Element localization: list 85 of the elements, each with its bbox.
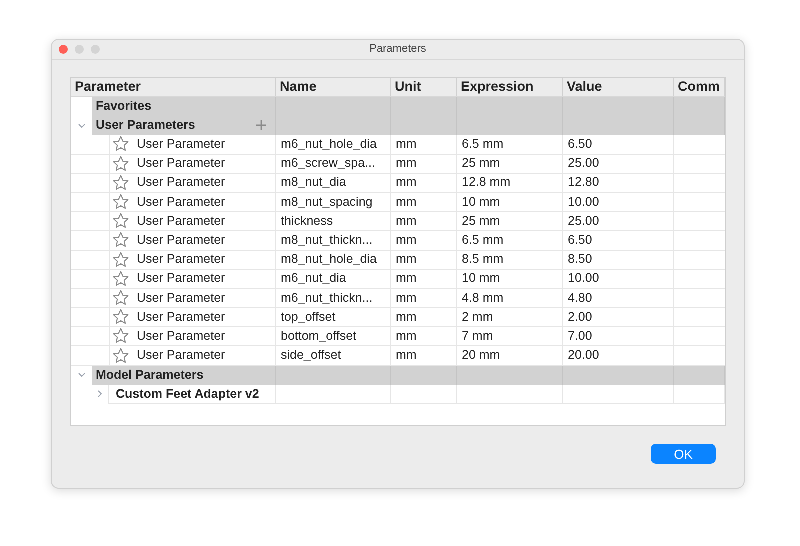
column-header[interactable]: Value: [567, 78, 602, 98]
star-icon[interactable]: [112, 135, 130, 154]
table-cell-text: m8_nut_thickn...: [281, 232, 373, 250]
table-cell-text: 8.50: [568, 251, 592, 268]
table-cell-text: m8_nut_spacing: [281, 194, 373, 211]
table-cell-text: thickness: [281, 212, 334, 230]
chevron-icon[interactable]: [78, 122, 86, 130]
table-cell-text: 20 mm: [462, 347, 500, 364]
star-icon[interactable]: [112, 193, 130, 212]
star-icon[interactable]: [112, 231, 130, 250]
parameter-type: User Parameter: [137, 251, 226, 268]
star-icon[interactable]: [112, 270, 130, 288]
table-cell-text: mm: [396, 347, 417, 364]
parameter-type: User Parameter: [137, 347, 226, 364]
table-cell-text: 6.50: [568, 232, 592, 250]
table-cell-text: mm: [396, 174, 417, 192]
table-cell-text: mm: [396, 212, 417, 230]
star-icon[interactable]: [112, 288, 130, 307]
window-title: Parameters: [368, 42, 428, 58]
table-cell-text: 12.80: [568, 174, 600, 192]
star-icon[interactable]: [112, 154, 130, 173]
table-cell-text: 4.80: [568, 290, 592, 307]
table-cell-text: 25.00: [568, 155, 600, 172]
ok-button[interactable]: OK: [651, 444, 716, 464]
table-cell-text: mm: [396, 328, 417, 345]
table-cell-text: 25 mm: [462, 155, 500, 172]
table-cell-text: 2.00: [568, 308, 592, 326]
table-cell-text: 10.00: [568, 194, 600, 211]
star-icon[interactable]: [112, 174, 130, 192]
table-cell-text: 25 mm: [462, 212, 500, 230]
table-cell-text: mm: [396, 155, 417, 172]
table-cell-text: mm: [396, 194, 417, 211]
table-cell-text: top_offset: [281, 308, 336, 326]
table-cell-text: m8_nut_hole_dia: [281, 251, 377, 268]
column-header[interactable]: Expression: [461, 78, 534, 98]
star-icon[interactable]: [112, 308, 130, 326]
column-header[interactable]: Comm: [678, 78, 720, 98]
parameter-type: User Parameter: [137, 174, 226, 192]
table-cell-text: 10 mm: [462, 270, 500, 288]
parameter-type: User Parameter: [137, 212, 226, 230]
parameter-type: User Parameter: [137, 194, 226, 211]
table-cell-text: side_offset: [281, 347, 342, 364]
parameter-type: User Parameter: [137, 308, 226, 326]
table-cell-text: m6_nut_thickn...: [281, 290, 373, 307]
table-cell-text: 20.00: [568, 347, 600, 364]
column-header[interactable]: Parameter: [75, 78, 142, 98]
parameter-type: User Parameter: [137, 270, 226, 288]
table-cell-text: 6.5 mm: [462, 232, 504, 250]
add-icon[interactable]: [256, 120, 267, 132]
table-cell-text: mm: [396, 251, 417, 268]
table-cell-text: mm: [396, 270, 417, 288]
table-cell-text: 6.5 mm: [462, 136, 504, 154]
table-cell-text: m6_nut_dia: [281, 270, 346, 288]
table-cell-text: m8_nut_dia: [281, 174, 346, 192]
star-icon[interactable]: [112, 250, 130, 269]
chevron-icon[interactable]: [96, 390, 104, 398]
star-icon[interactable]: [112, 212, 130, 230]
parameter-type: User Parameter: [137, 136, 226, 154]
table-cell-text: 25.00: [568, 212, 600, 230]
table-cell-text: 7 mm: [462, 328, 494, 345]
parameter-type: User Parameter: [137, 328, 226, 345]
table-cell-text: m6_screw_spa...: [281, 155, 376, 172]
table-cell-text: mm: [396, 308, 417, 326]
table-cell-text: 10 mm: [462, 194, 500, 211]
table-cell-text: m6_nut_hole_dia: [281, 136, 377, 154]
parameter-type: User Parameter: [137, 232, 226, 250]
close-button[interactable]: [59, 45, 68, 54]
table-cell-text: bottom_offset: [281, 328, 357, 345]
table-cell-text: 12.8 mm: [462, 174, 511, 192]
table-cell-text: mm: [396, 136, 417, 154]
parameter-type: User Parameter: [137, 290, 226, 307]
table-cell-text: 6.50: [568, 136, 592, 154]
table-cell-text: 10.00: [568, 270, 600, 288]
table-cell-text: mm: [396, 232, 417, 250]
star-icon[interactable]: [112, 346, 130, 365]
column-header[interactable]: Name: [280, 78, 317, 98]
star-icon[interactable]: [112, 327, 130, 346]
parameter-type: User Parameter: [137, 155, 226, 172]
table-cell-text: 2 mm: [462, 308, 494, 326]
table-cell-text: 7.00: [568, 328, 592, 345]
chevron-icon[interactable]: [78, 371, 86, 380]
table-cell-text: 4.8 mm: [462, 290, 504, 307]
table-cell-text: mm: [396, 290, 417, 307]
column-header[interactable]: Unit: [395, 78, 422, 98]
table-cell-text: 8.5 mm: [462, 251, 504, 268]
